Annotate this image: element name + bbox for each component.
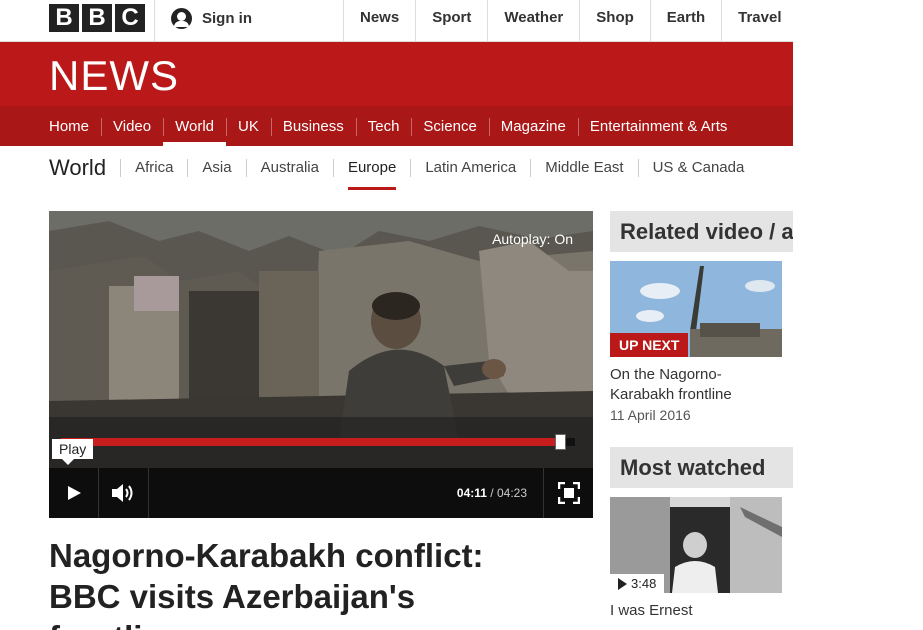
bbc-logo-letter: C <box>115 4 145 32</box>
current-time: 04:11 <box>456 486 487 500</box>
bbc-logo-letter: B <box>49 4 79 32</box>
most-watched-thumbnail[interactable]: 3:48 <box>610 497 782 593</box>
news-nav-science[interactable]: Science <box>411 106 488 146</box>
fullscreen-icon <box>557 482 580 504</box>
top-nav: News Sport Weather Shop Earth Travel Mo <box>343 0 793 41</box>
headline-line: BBC visits Azerbaijan's <box>49 578 416 615</box>
progress-bar[interactable] <box>61 434 575 450</box>
most-watched-title[interactable]: I was Ernest <box>610 601 782 621</box>
headline-line: frontline <box>49 619 181 630</box>
signin-link[interactable]: Sign in <box>171 8 252 29</box>
section-nav: World Africa Asia Australia Europe Latin… <box>0 146 793 190</box>
bbc-logo-letter: B <box>82 4 112 32</box>
news-nav-video[interactable]: Video <box>101 106 163 146</box>
section-nav-australia[interactable]: Australia <box>245 159 333 177</box>
section-title[interactable]: World <box>49 155 106 181</box>
news-nav-world[interactable]: World <box>163 106 226 146</box>
news-nav-tech[interactable]: Tech <box>355 106 412 146</box>
play-tooltip: Play <box>52 439 94 465</box>
news-nav-business[interactable]: Business <box>270 106 356 146</box>
related-video-thumbnail[interactable]: UP NEXT <box>610 261 782 357</box>
account-icon <box>171 8 192 29</box>
progress-handle[interactable] <box>554 434 566 450</box>
play-button[interactable] <box>49 468 99 518</box>
news-nav-magazine[interactable]: Magazine <box>488 106 578 146</box>
play-icon <box>67 486 81 500</box>
news-nav: Home Video World UK Business Tech Scienc… <box>0 106 793 146</box>
time-display: 04:11 / 04:23 <box>457 486 527 500</box>
player-controls: 04:11 / 04:23 <box>49 468 593 518</box>
news-nav-home[interactable]: Home <box>37 106 101 146</box>
top-nav-sport[interactable]: Sport <box>415 0 487 41</box>
section-nav-africa[interactable]: Africa <box>120 159 187 177</box>
related-video-date: 11 April 2016 <box>610 407 691 423</box>
news-nav-uk[interactable]: UK <box>226 106 271 146</box>
headline-line: Nagorno-Karabakh conflict: <box>49 537 484 574</box>
volume-button[interactable] <box>99 468 149 518</box>
related-video-heading: Related video / a <box>610 211 793 252</box>
masthead: B B C Sign in News Sport Weather Shop Ea… <box>0 0 793 42</box>
masthead-divider <box>154 0 155 41</box>
top-nav-earth[interactable]: Earth <box>649 0 721 41</box>
signin-label: Sign in <box>202 10 252 27</box>
top-nav-travel[interactable]: Travel <box>721 0 793 41</box>
volume-icon <box>111 484 132 502</box>
section-nav-latin-america[interactable]: Latin America <box>410 159 530 177</box>
top-nav-weather[interactable]: Weather <box>487 0 579 41</box>
duration-label: 3:48 <box>631 576 657 591</box>
news-nav-entertainment[interactable]: Entertainment & Arts <box>577 106 740 146</box>
section-nav-asia[interactable]: Asia <box>187 159 245 177</box>
duration: / 04:23 <box>490 486 527 500</box>
right-column: Related video / a UP NEXT On the Nagorno… <box>610 211 793 621</box>
play-icon <box>618 577 627 590</box>
related-video-title[interactable]: On the Nagorno-Karabakh frontline <box>610 365 782 405</box>
section-nav-middle-east[interactable]: Middle East <box>530 159 637 177</box>
section-nav-europe[interactable]: Europe <box>332 159 410 190</box>
duration-badge: 3:48 <box>610 574 665 593</box>
news-band: NEWS Home Video World UK Business Tech S… <box>0 42 793 146</box>
news-title[interactable]: NEWS <box>49 52 179 100</box>
up-next-badge: UP NEXT <box>610 333 689 357</box>
video-player[interactable]: Autoplay: On Play 04:11 / 04:23 <box>49 211 593 518</box>
bbc-logo[interactable]: B B C <box>49 4 145 32</box>
progress-fill <box>61 438 560 446</box>
most-watched-heading: Most watched <box>610 447 793 488</box>
video-frame <box>49 211 593 468</box>
article-headline: Nagorno-Karabakh conflict: BBC visits Az… <box>49 535 589 630</box>
fullscreen-button[interactable] <box>543 468 593 518</box>
top-nav-shop[interactable]: Shop <box>579 0 650 41</box>
section-nav-us-canada[interactable]: US & Canada <box>637 159 759 177</box>
top-nav-news[interactable]: News <box>343 0 415 41</box>
autoplay-toggle[interactable]: Autoplay: On <box>492 231 573 247</box>
